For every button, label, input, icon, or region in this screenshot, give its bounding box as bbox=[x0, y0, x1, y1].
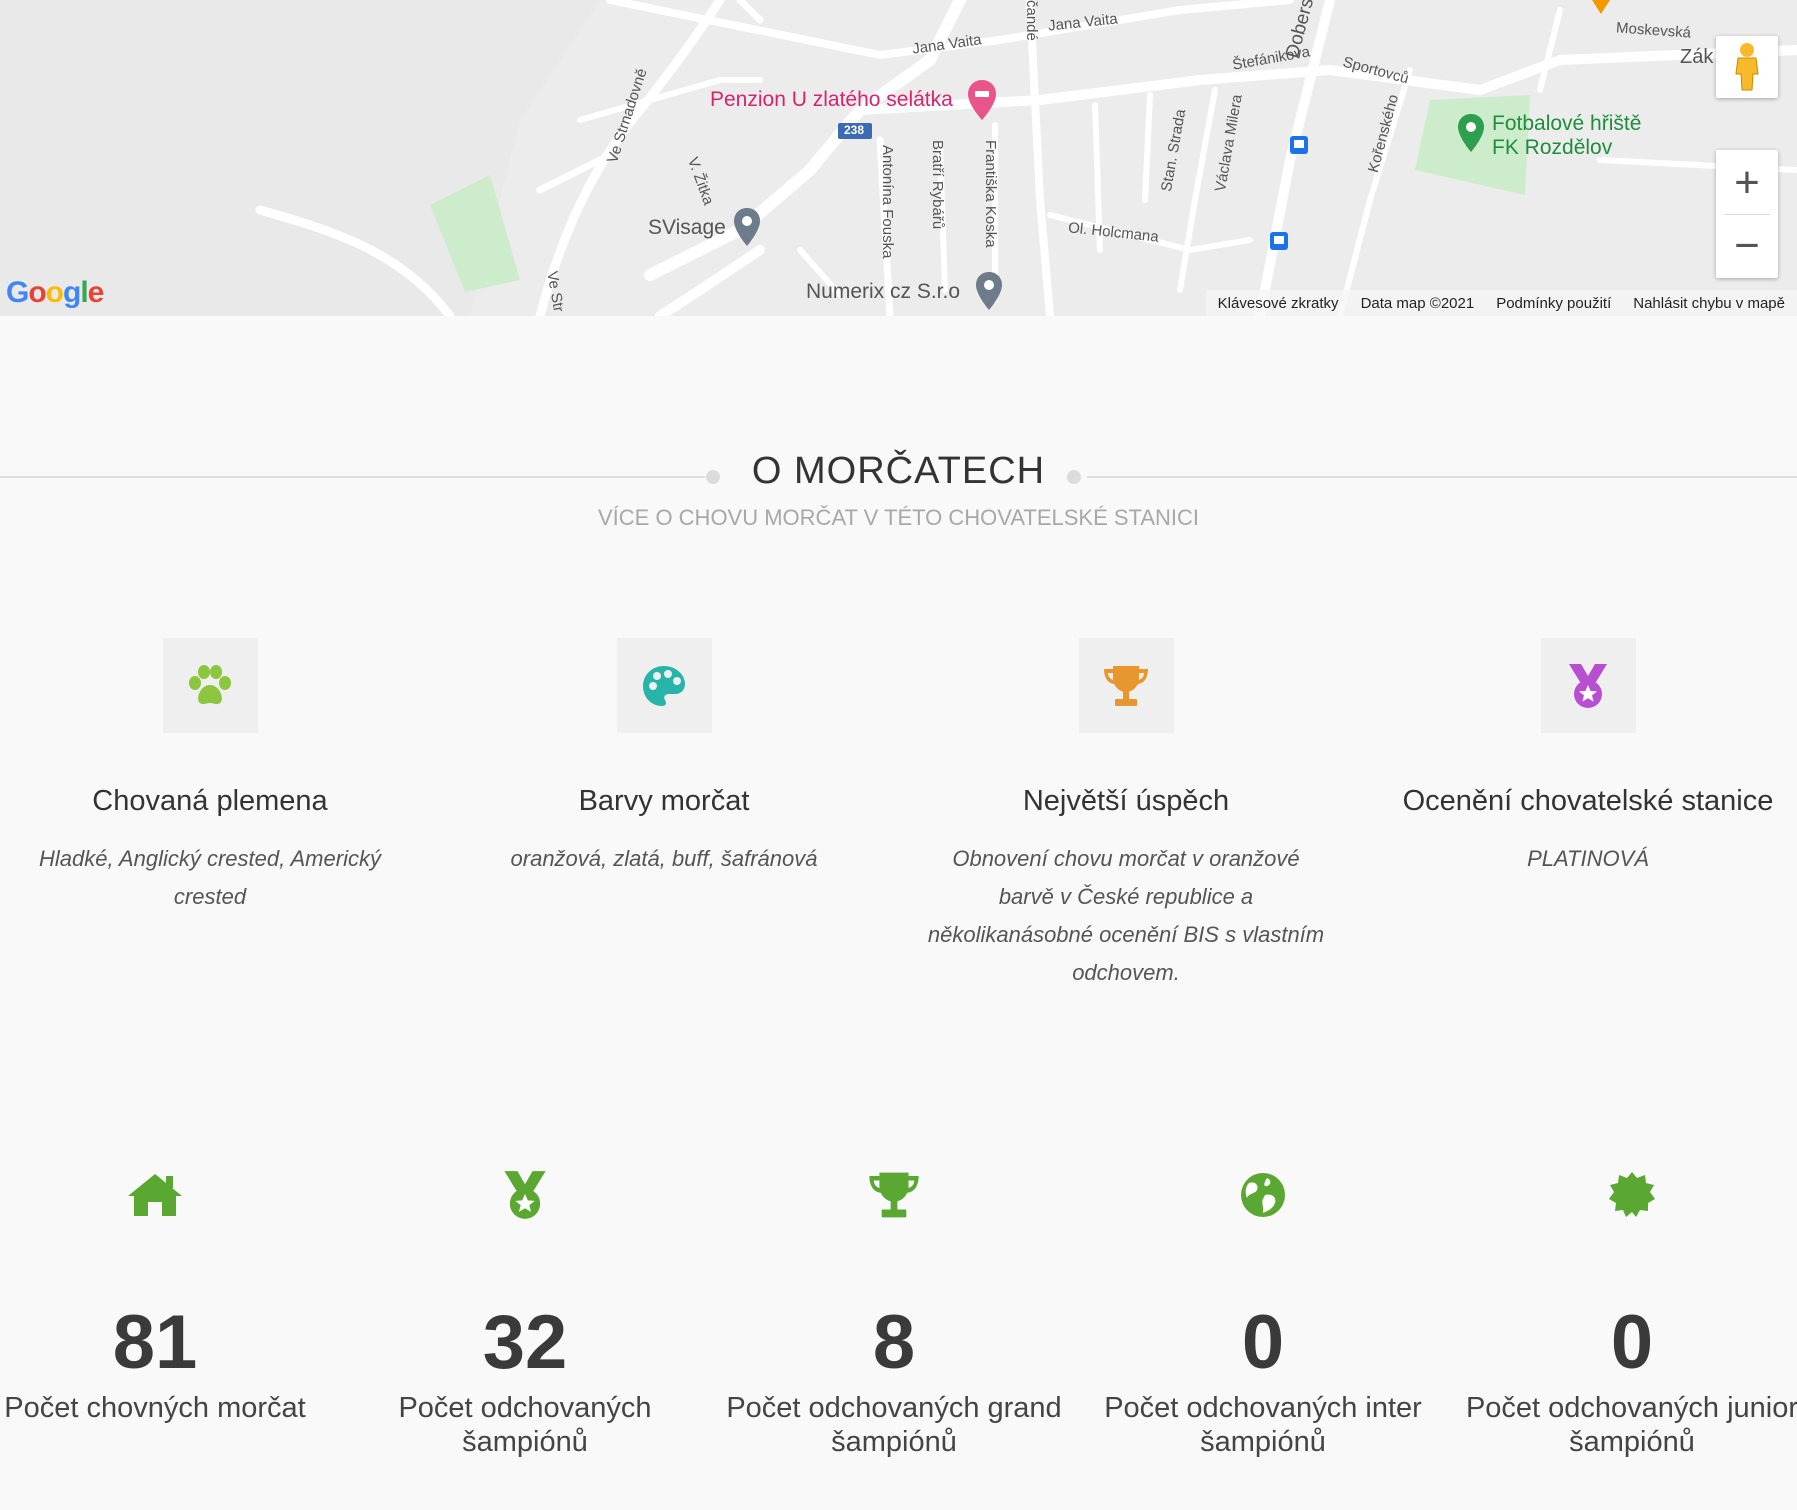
report-error-link[interactable]: Nahlásit chybu v mapě bbox=[1633, 295, 1785, 312]
feature-title: Ocenění chovatelské stanice bbox=[1402, 785, 1774, 817]
feature-award: Ocenění chovatelské stanice PLATINOVÁ bbox=[1378, 638, 1797, 878]
stat-inter-champions: 0 Počet odchovaných inter šampiónů bbox=[1078, 1165, 1448, 1459]
logo-letter: e bbox=[87, 276, 105, 309]
paw-icon bbox=[189, 664, 231, 704]
zoom-out-button[interactable]: − bbox=[1716, 215, 1778, 277]
stat-label: Počet odchovaných junior šampiónů bbox=[1465, 1392, 1797, 1458]
stat-icon bbox=[709, 1165, 1079, 1225]
road-shield-label: 238 bbox=[844, 123, 865, 137]
zoom-controls: + − bbox=[1716, 150, 1778, 278]
park-pin-icon[interactable] bbox=[1456, 112, 1486, 154]
stat-icon bbox=[1078, 1165, 1448, 1225]
street-label: Zák bbox=[1680, 46, 1714, 68]
poi-numerix[interactable]: Numerix cz S.r.o bbox=[806, 280, 960, 304]
pegman-icon bbox=[1735, 43, 1759, 91]
certificate-icon bbox=[1609, 1172, 1655, 1217]
poi-football-line2[interactable]: FK Rozdělov bbox=[1492, 136, 1612, 160]
globe-icon bbox=[1241, 1173, 1285, 1217]
logo-letter: G bbox=[6, 276, 29, 309]
map-pin-icon[interactable] bbox=[974, 270, 1004, 312]
stat-value: 81 bbox=[112, 1300, 198, 1385]
street-label: čandé bbox=[1023, 0, 1040, 41]
map[interactable]: Jana Vaita Jana Vaita Štefánikova Sporto… bbox=[0, 0, 1797, 316]
home-icon bbox=[128, 1174, 182, 1216]
map-attribution: Klávesové zkratky Data map ©2021 Podmínk… bbox=[1205, 290, 1797, 316]
hotel-pin-icon[interactable] bbox=[966, 78, 998, 122]
stat-breeding-guinea-pigs: 81 Počet chovných morčat bbox=[0, 1165, 340, 1425]
section-subtitle: VÍCE O CHOVU MORČAT V TÉTO CHOVATELSKÉ S… bbox=[597, 505, 1200, 530]
google-logo[interactable]: Google bbox=[6, 276, 105, 310]
street-view-button[interactable] bbox=[1716, 36, 1778, 98]
feature-icon-box bbox=[1078, 638, 1174, 733]
feature-icon-box bbox=[616, 638, 712, 733]
stat-value: 32 bbox=[482, 1300, 568, 1385]
trophy-icon bbox=[1104, 665, 1148, 706]
map-pin-icon[interactable] bbox=[1590, 0, 1612, 16]
stat-label: Počet chovných morčat bbox=[4, 1392, 306, 1424]
section-title: O MORČATECH bbox=[751, 450, 1046, 492]
logo-letter: o bbox=[28, 276, 46, 309]
trophy-icon bbox=[869, 1172, 919, 1218]
feature-icon-box bbox=[162, 638, 258, 733]
terms-link[interactable]: Podmínky použití bbox=[1496, 295, 1611, 312]
feature-icon-box bbox=[1540, 638, 1636, 733]
feature-breeds: Chovaná plemena Hladké, Anglický crested… bbox=[0, 638, 420, 916]
logo-letter: g bbox=[63, 276, 81, 309]
poi-football-line1[interactable]: Fotbalové hřiště bbox=[1492, 112, 1641, 136]
feature-text: Hladké, Anglický crested, Americký crest… bbox=[39, 846, 381, 909]
keyboard-shortcuts-link[interactable]: Klávesové zkratky bbox=[1218, 295, 1339, 312]
stat-icon bbox=[0, 1165, 340, 1225]
stat-value: 8 bbox=[872, 1300, 916, 1385]
stat-value: 0 bbox=[1241, 1300, 1285, 1385]
stat-icon bbox=[1447, 1165, 1797, 1225]
feature-colors: Barvy morčat oranžová, zlatá, buff, šafr… bbox=[454, 638, 874, 878]
street-label: Františka Koska bbox=[982, 140, 999, 248]
feature-title: Největší úspěch bbox=[1022, 785, 1230, 817]
poi-svisage[interactable]: SVisage bbox=[648, 216, 726, 240]
street-label: Bratří Rybářů bbox=[929, 140, 946, 230]
logo-letter: o bbox=[45, 276, 64, 309]
feature-text: PLATINOVÁ bbox=[1527, 846, 1649, 871]
stat-icon bbox=[340, 1165, 710, 1225]
stat-label: Počet odchovaných šampiónů bbox=[398, 1392, 652, 1458]
street-label: Antonína Fouska bbox=[879, 145, 896, 259]
feature-text: Obnovení chovu morčat v oranžové barvě v… bbox=[927, 846, 1325, 985]
palette-icon bbox=[643, 665, 685, 706]
stat-grand-champions: 8 Počet odchovaných grand šampiónů bbox=[709, 1165, 1079, 1459]
medal-icon bbox=[504, 1171, 546, 1219]
map-data-text: Data map ©2021 bbox=[1360, 294, 1475, 312]
stat-value: 0 bbox=[1610, 1300, 1654, 1385]
feature-title: Barvy morčat bbox=[578, 785, 750, 817]
feature-title: Chovaná plemena bbox=[92, 785, 328, 817]
feature-success: Největší úspěch Obnovení chovu morčat v … bbox=[916, 638, 1336, 992]
stat-label: Počet odchovaných grand šampiónů bbox=[726, 1392, 1062, 1458]
stat-champions: 32 Počet odchovaných šampiónů bbox=[340, 1165, 710, 1459]
map-pin-icon[interactable] bbox=[732, 206, 762, 248]
feature-text: oranžová, zlatá, buff, šafránová bbox=[510, 846, 818, 871]
poi-penzion[interactable]: Penzion U zlatého selátka bbox=[710, 88, 953, 112]
medal-icon bbox=[1569, 663, 1607, 708]
zoom-in-button[interactable]: + bbox=[1716, 152, 1778, 214]
stat-label: Počet odchovaných inter šampiónů bbox=[1104, 1392, 1422, 1458]
stat-junior-champions: 0 Počet odchovaných junior šampiónů bbox=[1447, 1165, 1797, 1459]
logo-letter: l bbox=[80, 276, 88, 309]
